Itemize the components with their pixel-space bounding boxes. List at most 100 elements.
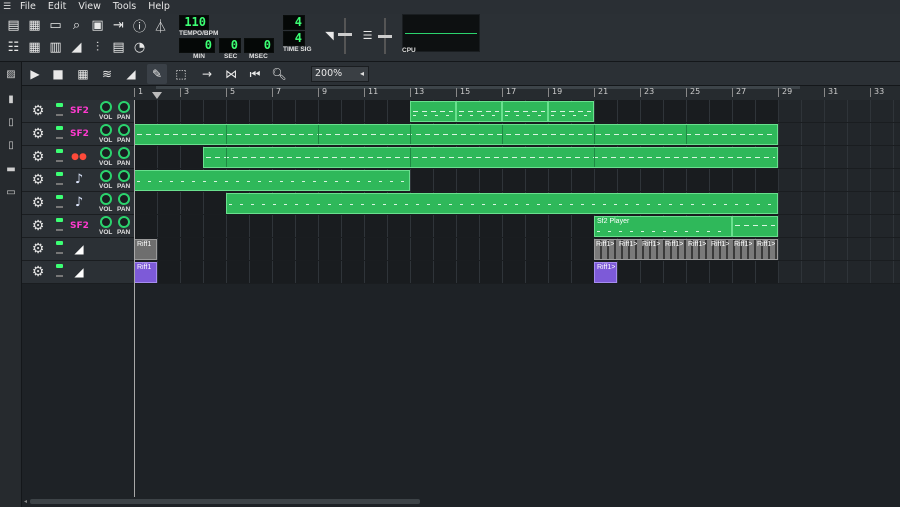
pattern-clip[interactable] [134, 170, 410, 191]
add-sample-track-icon[interactable]: ≋ [97, 64, 117, 84]
pattern-clip[interactable] [134, 124, 778, 145]
instrument-plugins-icon[interactable]: ▨ [4, 67, 18, 81]
gear-icon[interactable]: ⚙ [30, 195, 46, 211]
scroll-left-icon[interactable]: ◂ [24, 498, 27, 505]
add-automation-track-icon[interactable]: ◢ [121, 64, 141, 84]
pattern-clip[interactable]: Sf2 Player [594, 216, 732, 237]
gear-icon[interactable]: ⚙ [30, 241, 46, 257]
sf2-player-icon[interactable]: SF2 [70, 103, 89, 119]
track-header[interactable]: ⚙ ●● VOL PAN [22, 146, 134, 169]
gear-icon[interactable]: ⚙ [30, 103, 46, 119]
pan-knob[interactable] [118, 170, 130, 182]
track-lane[interactable] [134, 169, 900, 192]
pattern-clip[interactable] [410, 101, 456, 122]
mute-toggle[interactable] [56, 218, 63, 222]
open-project-icon[interactable]: ▭ [46, 16, 65, 35]
pattern-clip[interactable] [226, 193, 778, 214]
my-samples-icon[interactable]: ▯ [4, 115, 18, 129]
track-lane[interactable] [134, 100, 900, 123]
gear-icon[interactable]: ⚙ [30, 172, 46, 188]
pattern-clip[interactable] [203, 147, 778, 168]
pan-knob[interactable] [118, 147, 130, 159]
song-editor-icon[interactable]: ☷ [4, 38, 23, 57]
solo-toggle[interactable] [56, 183, 63, 185]
master-volume-track[interactable] [344, 18, 346, 54]
mute-toggle[interactable] [56, 264, 63, 268]
mute-toggle[interactable] [56, 241, 63, 245]
loop-region[interactable] [156, 86, 800, 89]
volume-knob[interactable] [100, 193, 112, 205]
solo-toggle[interactable] [56, 275, 63, 277]
track-header[interactable]: ⚙ ♪ VOL PAN [22, 192, 134, 215]
pattern-clip[interactable] [502, 101, 548, 122]
stop-icon[interactable]: ■ [48, 64, 68, 84]
project-notes-icon[interactable]: ▤ [109, 38, 128, 57]
track-header[interactable]: ⚙ ◢ [22, 238, 134, 261]
automation-ramp-icon[interactable]: ◢ [70, 264, 88, 280]
new-from-template-icon[interactable]: ▦ [25, 16, 44, 35]
music-note-icon[interactable]: ♪ [70, 195, 88, 211]
bb-clip[interactable]: Riff1> [594, 262, 617, 283]
piano-roll-icon[interactable]: ▥ [46, 38, 65, 57]
fx-mixer-icon[interactable]: ⫶ [88, 38, 107, 57]
solo-toggle[interactable] [56, 114, 63, 116]
draw-mode-icon[interactable]: ✎ [147, 64, 167, 84]
menu-view[interactable]: View [72, 0, 107, 14]
track-header[interactable]: ⚙ SF2 VOL PAN [22, 123, 134, 146]
timeline[interactable]: 1 3 5 7 9 11 13 15 17 19 21 23 25 27 29 … [22, 86, 900, 100]
my-presets-icon[interactable]: ▯ [4, 138, 18, 152]
track-lane[interactable] [134, 146, 900, 169]
menu-file[interactable]: File [14, 0, 42, 14]
volume-knob[interactable] [100, 101, 112, 113]
whats-this-icon[interactable]: ⓘ [130, 16, 149, 35]
track-header[interactable]: ⚙ SF2 VOL PAN [22, 100, 134, 123]
bb-clip[interactable]: Riff1 [134, 262, 157, 283]
play-icon[interactable]: ▶ [25, 64, 45, 84]
music-note-icon[interactable]: ♪ [70, 172, 88, 188]
save-project-icon[interactable]: ▣ [88, 16, 107, 35]
track-lane[interactable] [134, 192, 900, 215]
track-header[interactable]: ⚙ ♪ VOL PAN [22, 169, 134, 192]
time-sig-denominator[interactable]: 4 [283, 31, 305, 46]
solo-toggle[interactable] [56, 206, 63, 208]
time-sig-numerator[interactable]: 4 [283, 15, 305, 30]
app-menu-icon[interactable]: ☰ [0, 0, 14, 14]
volume-knob[interactable] [100, 216, 112, 228]
my-home-icon[interactable]: ▬ [4, 162, 18, 176]
add-beat-bassline-icon[interactable]: ▦ [73, 64, 93, 84]
bb-clip[interactable]: Riff1> Riff1> Riff1> Riff1> Riff1> Riff1… [594, 239, 778, 260]
controller-rack-icon[interactable]: ◔ [130, 38, 149, 57]
gear-icon[interactable]: ⚙ [30, 126, 46, 142]
kicker-icon[interactable]: ●● [70, 149, 88, 165]
track-lane[interactable]: Riff1 Riff1> [134, 261, 900, 284]
track-lane[interactable]: Sf2 Player [134, 215, 900, 238]
track-lane[interactable] [134, 123, 900, 146]
solo-toggle[interactable] [56, 229, 63, 231]
master-pitch-slider[interactable] [378, 35, 392, 38]
bb-clip[interactable]: Riff1 [134, 239, 157, 260]
automation-editor-icon[interactable]: ◢ [67, 38, 86, 57]
pan-knob[interactable] [118, 193, 130, 205]
zoom-select[interactable]: 200% ◂ [311, 66, 369, 82]
pan-knob[interactable] [118, 101, 130, 113]
metronome-icon[interactable]: ⏃ [151, 16, 170, 35]
mute-toggle[interactable] [56, 172, 63, 176]
track-header[interactable]: ⚙ SF2 VOL PAN [22, 215, 134, 238]
mute-toggle[interactable] [56, 149, 63, 153]
master-volume-slider[interactable] [338, 33, 352, 36]
mute-toggle[interactable] [56, 103, 63, 107]
volume-knob[interactable] [100, 147, 112, 159]
solo-toggle[interactable] [56, 137, 63, 139]
my-projects-icon[interactable]: ▮ [4, 92, 18, 106]
solo-toggle[interactable] [56, 252, 63, 254]
volume-knob[interactable] [100, 170, 112, 182]
pattern-clip[interactable] [548, 101, 594, 122]
sf2-player-icon[interactable]: SF2 [70, 218, 89, 234]
pan-knob[interactable] [118, 216, 130, 228]
stop-behaviour-icon[interactable]: ⏮ [245, 64, 265, 84]
tempo-display[interactable]: 110 [179, 15, 209, 30]
gear-icon[interactable]: ⚙ [30, 218, 46, 234]
menu-help[interactable]: Help [142, 0, 176, 14]
track-lane[interactable]: Riff1 Riff1> Riff1> Riff1> Riff1> Riff1>… [134, 238, 900, 261]
edit-mode-icon[interactable]: ⬚ [171, 64, 191, 84]
